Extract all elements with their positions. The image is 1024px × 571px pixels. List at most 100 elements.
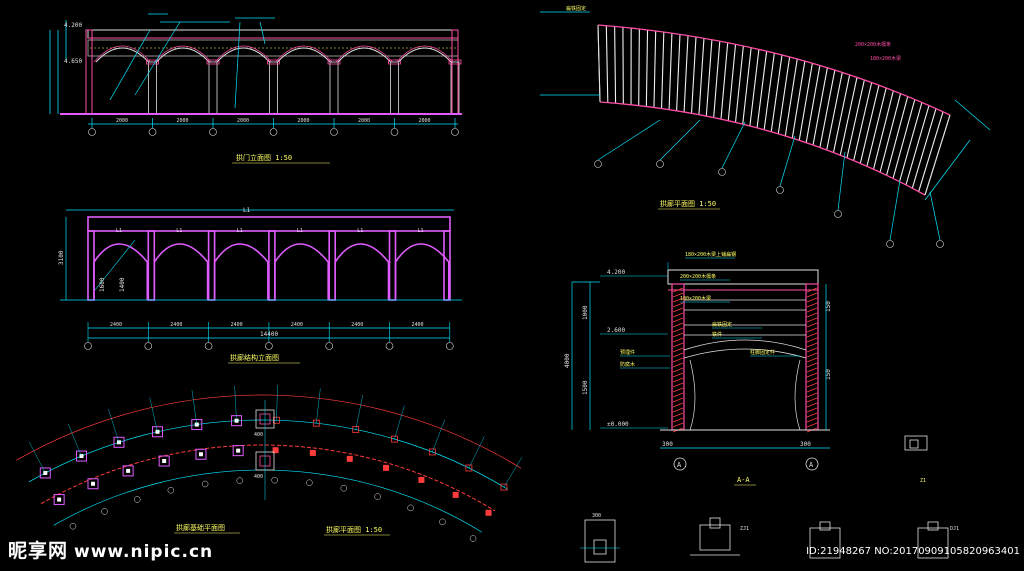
radial-axis: [276, 385, 278, 421]
axis-bubble: [439, 518, 446, 526]
hatch: [806, 347, 818, 353]
watermark-id: ID:21948267 NO:20170909105820963401: [806, 546, 1020, 557]
hatch: [672, 322, 684, 328]
span-label: L1: [297, 228, 303, 234]
axis-bubble: [306, 479, 313, 486]
hatch: [806, 417, 818, 423]
rafter: [859, 85, 880, 164]
column-point: [309, 449, 316, 456]
section-aa: 4.200 2.600 ±0.000 4000 1000 1500 150 15…: [564, 251, 832, 486]
detail-label-1: 300: [592, 513, 601, 519]
rafter: [826, 72, 843, 151]
rafter: [819, 69, 836, 148]
plan-dim: [954, 99, 991, 131]
hatch: [672, 342, 684, 348]
hatch: [806, 387, 818, 393]
rafter: [832, 74, 851, 153]
mid-top-label: L1: [243, 207, 251, 214]
section-note: 扁铁固定: [712, 321, 732, 328]
radial-axis: [432, 419, 446, 453]
dim-label: 2400: [412, 322, 424, 328]
column: [269, 61, 278, 115]
axis-bubble: [101, 508, 108, 515]
footing-core: [198, 452, 203, 457]
column-point: [418, 476, 425, 483]
axis-bubble: [407, 504, 414, 512]
level-mark-2: 4.650: [64, 58, 82, 65]
footing-core: [57, 497, 62, 502]
section-level-3: ±0.000: [607, 421, 629, 428]
hatch: [672, 392, 684, 398]
rafter: [742, 47, 752, 125]
axis-bubble: [167, 487, 175, 494]
axis-bubble: [148, 128, 157, 136]
plan-axis-line: [721, 121, 746, 169]
hatch: [806, 382, 818, 388]
dim-label: 2000: [237, 118, 249, 124]
footing-core: [91, 481, 96, 486]
hatch: [806, 302, 818, 308]
mid-height-dim: 3100: [58, 250, 65, 265]
axis-bubble: [594, 160, 602, 168]
dim-label: 2000: [358, 118, 370, 124]
section-axis-2: A: [809, 461, 814, 469]
section-note: 180×200木梁上铺扁钢: [685, 251, 736, 258]
rafter: [705, 39, 713, 117]
plan-note-2: 180×200木梁: [870, 55, 901, 62]
plan-axis-line: [929, 191, 941, 241]
rafter: [846, 79, 865, 158]
hatch: [672, 407, 684, 413]
detail-label-3: ZJ1: [740, 526, 749, 532]
section-height-total: 4000: [564, 353, 571, 368]
level-mark-1: 4.200: [64, 22, 82, 29]
span-label: L1: [418, 228, 424, 234]
hatch: [806, 322, 818, 328]
hatch: [672, 372, 684, 378]
axis-bubble: [271, 476, 278, 484]
rafter: [749, 49, 760, 127]
elevation-mid-title: 拱廊结构立面图: [230, 353, 279, 362]
rafter: [812, 67, 828, 146]
axis-bubble: [469, 535, 477, 542]
column: [208, 61, 218, 115]
arch: [216, 47, 270, 63]
rafter: [791, 61, 806, 139]
hatch: [806, 412, 818, 418]
footing-core: [236, 448, 241, 453]
rafter: [653, 30, 657, 108]
hatch: [672, 387, 684, 393]
pier: [388, 230, 397, 301]
axis-bubble: [936, 240, 944, 248]
hatch: [806, 377, 818, 383]
rafter: [668, 33, 673, 110]
rafter: [713, 41, 721, 118]
pier: [328, 230, 337, 301]
hatch: [806, 422, 818, 428]
axis-bubble: [84, 342, 92, 350]
plan-axis-line: [597, 119, 661, 161]
elevation-mid: L1 L1 L1 L1 L1 L1 L1 3100 1600 1400 2400 2400 2…: [58, 207, 462, 364]
plan-note-1: 200×200木檩条: [855, 41, 891, 48]
dim-label: 2400: [110, 322, 122, 328]
cad-drawing-canvas: 4.200 4.650 2000 2000 2000 2000 2000 2000 拱门立…: [16, 5, 991, 563]
hatch: [672, 362, 684, 368]
pier: [268, 230, 276, 301]
dim-label: 2000: [116, 118, 128, 124]
footing-core: [162, 459, 167, 464]
hatch: [806, 402, 818, 408]
axis-bubble: [144, 342, 153, 350]
hatch: [672, 382, 684, 388]
axis-bubble: [385, 342, 394, 350]
hatch: [806, 372, 818, 378]
dim-label: 2400: [291, 322, 303, 328]
axis-bubble: [374, 493, 381, 500]
hatch: [806, 327, 818, 333]
column: [329, 61, 339, 115]
plan-arc: [28, 419, 509, 490]
hatch: [672, 307, 684, 313]
arch: [95, 47, 149, 63]
dim-label: 2400: [351, 322, 363, 328]
rafter: [853, 82, 873, 161]
hatch: [672, 347, 684, 353]
hatch: [806, 307, 818, 313]
